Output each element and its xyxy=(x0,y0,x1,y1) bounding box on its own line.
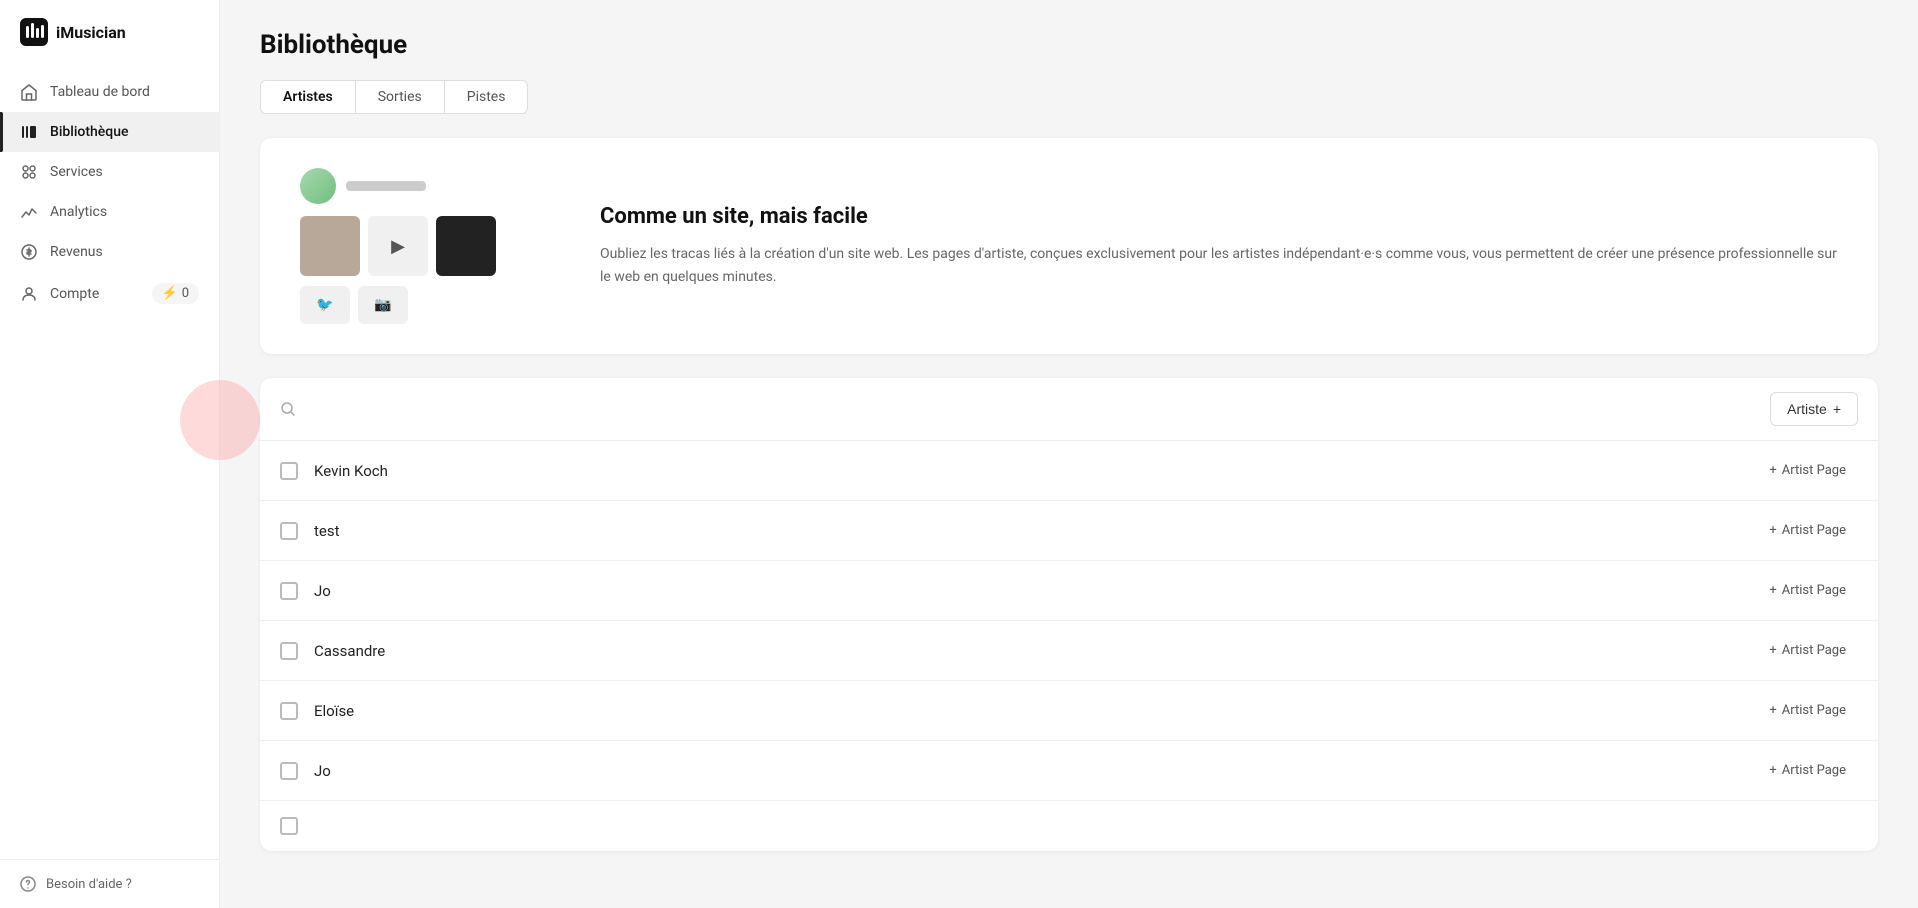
help-button[interactable]: Besoin d'aide ? xyxy=(20,876,199,892)
sidebar-item-label-bibliotheque: Bibliothèque xyxy=(50,124,129,140)
sidebar-item-revenus[interactable]: Revenus xyxy=(0,232,219,272)
add-icon: + xyxy=(1833,401,1841,417)
search-bar: Artiste + xyxy=(260,378,1878,441)
add-artiste-button[interactable]: Artiste + xyxy=(1770,392,1858,426)
home-icon xyxy=(20,83,38,101)
compte-row: Compte ⚡ 0 xyxy=(50,283,199,304)
credits-badge: ⚡ 0 xyxy=(152,283,200,304)
tab-pistes[interactable]: Pistes xyxy=(445,81,528,113)
credits-count: 0 xyxy=(182,286,189,301)
artist-checkbox-6[interactable] xyxy=(280,817,298,835)
promo-social-row: 🐦 📷 xyxy=(300,286,540,324)
lightning-icon: ⚡ xyxy=(162,286,178,301)
sidebar-item-tableau-de-bord[interactable]: Tableau de bord xyxy=(0,72,219,112)
promo-instagram-button[interactable]: 📷 xyxy=(358,286,408,324)
search-icon xyxy=(280,401,296,417)
artist-page-button-2[interactable]: + Artist Page xyxy=(1757,577,1858,604)
tab-artistes[interactable]: Artistes xyxy=(261,81,356,113)
artist-page-label-2: Artist Page xyxy=(1782,583,1846,598)
artist-page-label-4: Artist Page xyxy=(1782,703,1846,718)
promo-heading: Comme un site, mais facile xyxy=(600,204,1838,229)
artist-checkbox-2[interactable] xyxy=(280,582,298,600)
artist-row: Kevin Koch + Artist Page xyxy=(260,441,1878,501)
promo-twitter-button[interactable]: 🐦 xyxy=(300,286,350,324)
money-icon xyxy=(20,243,38,261)
sidebar-nav: Tableau de bord Bibliothèque Services xyxy=(0,64,219,859)
artist-name-0: Kevin Koch xyxy=(314,462,1741,480)
artist-row: Cassandre + Artist Page xyxy=(260,621,1878,681)
artist-name-2: Jo xyxy=(314,582,1741,600)
artist-row-partial xyxy=(260,801,1878,851)
app-logo: iMusician xyxy=(0,0,219,64)
analytics-icon xyxy=(20,203,38,221)
promo-album-art-1 xyxy=(300,216,360,276)
search-input[interactable] xyxy=(306,401,1760,417)
artist-page-button-1[interactable]: + Artist Page xyxy=(1757,517,1858,544)
add-artiste-label: Artiste xyxy=(1787,401,1827,417)
sidebar-item-analytics[interactable]: Analytics xyxy=(0,192,219,232)
artist-page-label-0: Artist Page xyxy=(1782,463,1846,478)
artist-page-button-4[interactable]: + Artist Page xyxy=(1757,697,1858,724)
artist-page-button-5[interactable]: + Artist Page xyxy=(1757,757,1858,784)
sidebar-bottom: Besoin d'aide ? xyxy=(0,859,219,908)
promo-artist-row xyxy=(300,168,540,204)
sidebar-item-bibliotheque[interactable]: Bibliothèque xyxy=(0,112,219,152)
artist-page-label-3: Artist Page xyxy=(1782,643,1846,658)
sidebar-item-label-tableau: Tableau de bord xyxy=(50,84,150,100)
artist-page-button-3[interactable]: + Artist Page xyxy=(1757,637,1858,664)
question-icon xyxy=(20,876,36,892)
artist-page-label-5: Artist Page xyxy=(1782,763,1846,778)
promo-preview: ▶ 🐦 📷 xyxy=(300,168,540,324)
artist-checkbox-4[interactable] xyxy=(280,702,298,720)
artist-checkbox-5[interactable] xyxy=(280,762,298,780)
artist-row: Eloïse + Artist Page xyxy=(260,681,1878,741)
artist-checkbox-1[interactable] xyxy=(280,522,298,540)
artist-page-label-1: Artist Page xyxy=(1782,523,1846,538)
artist-list-section: Artiste + Kevin Koch + Artist Page test … xyxy=(260,378,1878,851)
help-label: Besoin d'aide ? xyxy=(46,877,132,892)
artist-checkbox-3[interactable] xyxy=(280,642,298,660)
tabs: Artistes Sorties Pistes xyxy=(260,80,528,114)
library-icon xyxy=(20,123,38,141)
promo-description: Oubliez les tracas liés à la création d'… xyxy=(600,243,1838,288)
promo-card: ▶ 🐦 📷 Comme un site, mais facile Oubliez… xyxy=(260,138,1878,354)
sidebar-item-label-revenus: Revenus xyxy=(50,244,103,260)
sidebar-item-label-services: Services xyxy=(50,164,103,180)
artist-row: Jo + Artist Page xyxy=(260,561,1878,621)
artist-name-1: test xyxy=(314,522,1741,540)
services-icon xyxy=(20,163,38,181)
page-title: Bibliothèque xyxy=(260,30,1878,60)
artist-page-button-0[interactable]: + Artist Page xyxy=(1757,457,1858,484)
artist-name-3: Cassandre xyxy=(314,642,1741,660)
promo-album-art-2 xyxy=(436,216,496,276)
promo-play-button[interactable]: ▶ xyxy=(368,216,428,276)
app-name: iMusician xyxy=(56,23,126,42)
sidebar-item-label-compte: Compte xyxy=(50,286,99,302)
promo-images-row: ▶ xyxy=(300,216,540,276)
artist-name-4: Eloïse xyxy=(314,702,1741,720)
sidebar-item-compte[interactable]: Compte ⚡ 0 xyxy=(0,272,219,315)
sidebar-item-label-analytics: Analytics xyxy=(50,204,107,220)
main-content: Bibliothèque Artistes Sorties Pistes ▶ 🐦… xyxy=(220,0,1918,908)
promo-text: Comme un site, mais facile Oubliez les t… xyxy=(600,204,1838,288)
promo-name-bar xyxy=(346,181,426,191)
sidebar: iMusician Tableau de bord Bibliothèque xyxy=(0,0,220,908)
imusician-logo-icon xyxy=(20,18,48,46)
user-icon xyxy=(20,285,38,303)
promo-avatar xyxy=(300,168,336,204)
sidebar-item-services[interactable]: Services xyxy=(0,152,219,192)
artist-name-5: Jo xyxy=(314,762,1741,780)
artist-row: test + Artist Page xyxy=(260,501,1878,561)
artist-row: Jo + Artist Page xyxy=(260,741,1878,801)
tab-sorties[interactable]: Sorties xyxy=(356,81,445,113)
artist-checkbox-0[interactable] xyxy=(280,462,298,480)
